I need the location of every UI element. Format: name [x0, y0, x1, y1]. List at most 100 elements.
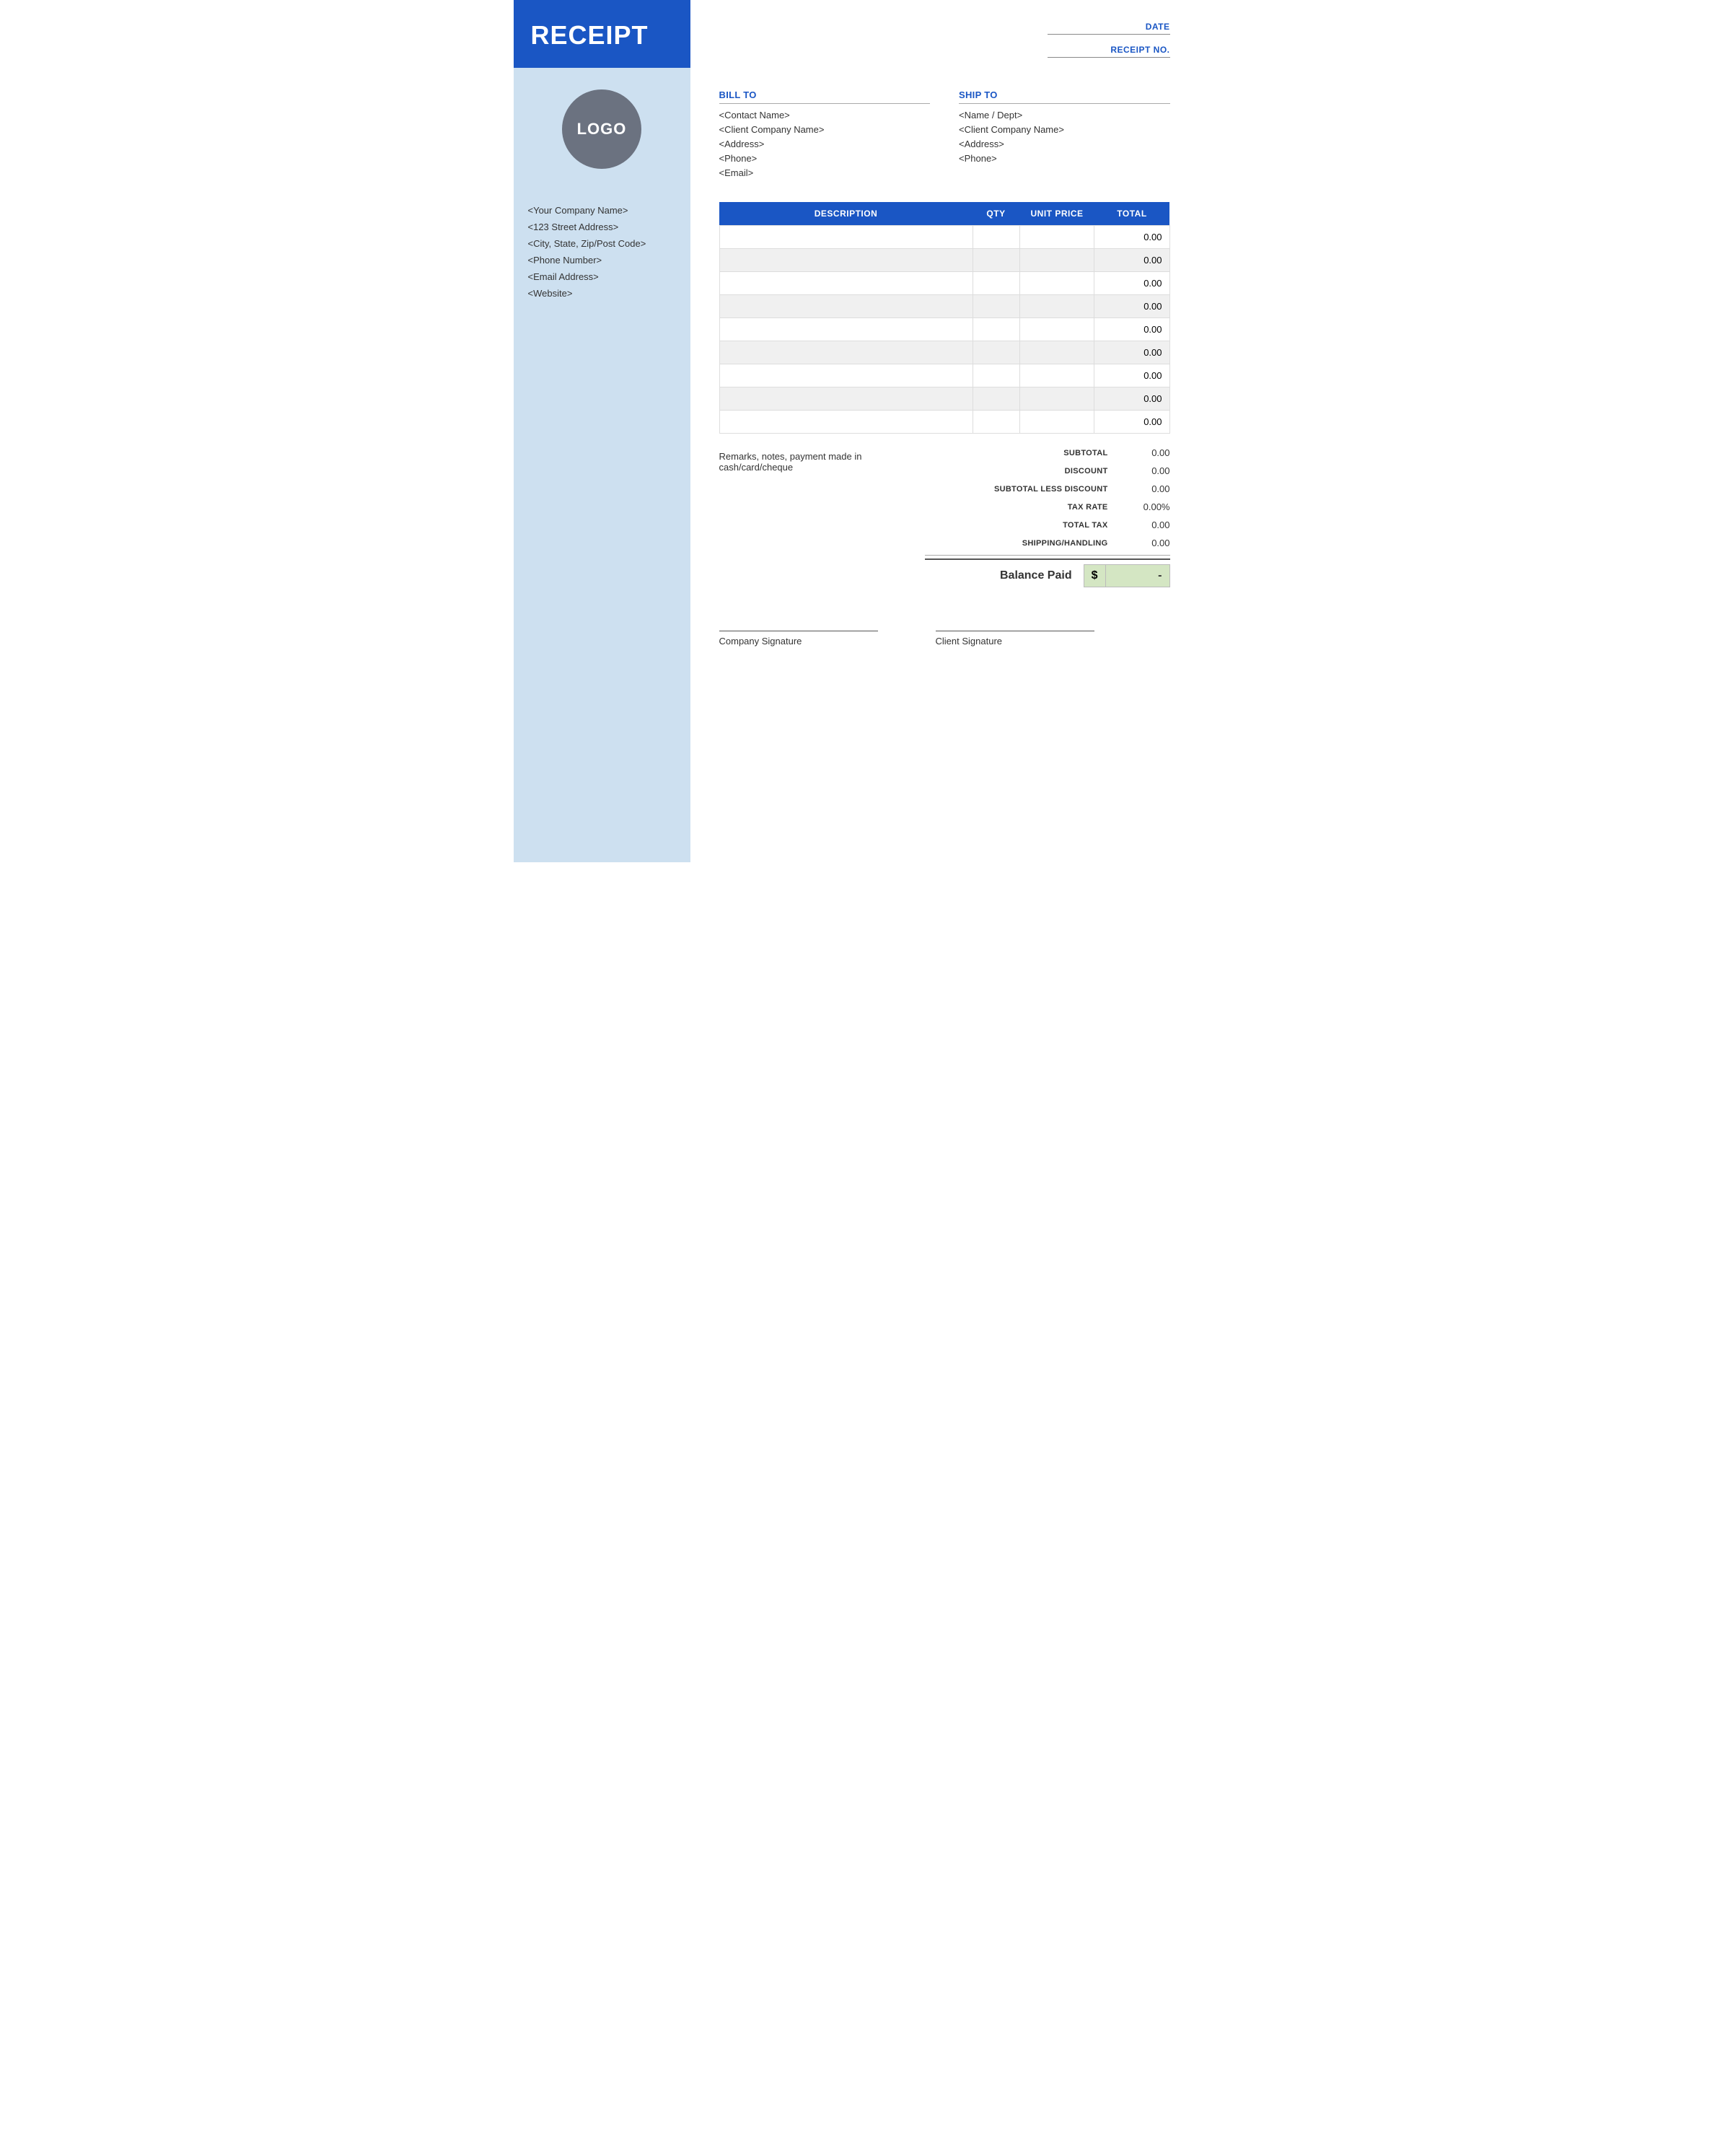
tax-rate-row: TAX RATE 0.00% — [925, 498, 1170, 516]
table-row: 0.00 — [719, 341, 1169, 364]
subtotal-less-label: SUBTOTAL LESS DISCOUNT — [925, 485, 1120, 494]
header-fields: DATE RECEIPT NO. — [719, 22, 1170, 68]
desc-cell — [719, 341, 973, 364]
unit-price-cell — [1019, 318, 1094, 341]
unit-price-cell — [1019, 341, 1094, 364]
bill-to-block: BILL TO <Contact Name> <Client Company N… — [719, 89, 931, 182]
total-tax-row: TOTAL TAX 0.00 — [925, 516, 1170, 534]
receipt-page: RECEIPT LOGO <Your Company Name> <123 St… — [514, 0, 1199, 862]
receipt-title: RECEIPT — [531, 20, 673, 51]
unit-price-cell — [1019, 387, 1094, 411]
address-section: BILL TO <Contact Name> <Client Company N… — [719, 89, 1170, 182]
qty-cell — [973, 411, 1019, 434]
total-cell: 0.00 — [1094, 249, 1169, 272]
qty-cell — [973, 341, 1019, 364]
date-label: DATE — [1048, 22, 1170, 35]
company-phone: <Phone Number> — [528, 255, 676, 266]
unit-price-cell — [1019, 295, 1094, 318]
ship-to-company: <Client Company Name> — [959, 124, 1170, 135]
desc-cell — [719, 364, 973, 387]
discount-row: DISCOUNT 0.00 — [925, 462, 1170, 480]
balance-row: Balance Paid $ - — [925, 558, 1170, 587]
totals-table: SUBTOTAL 0.00 DISCOUNT 0.00 SUBTOTAL LES… — [925, 444, 1170, 587]
table-row: 0.00 — [719, 226, 1169, 249]
bill-to-company: <Client Company Name> — [719, 124, 931, 135]
remarks-text: Remarks, notes, payment made in cash/car… — [719, 451, 910, 473]
tax-rate-label: TAX RATE — [925, 503, 1120, 512]
ship-to-address: <Address> — [959, 139, 1170, 149]
col-qty: QTY — [973, 202, 1019, 226]
shipping-row: SHIPPING/HANDLING 0.00 — [925, 534, 1170, 552]
discount-label: DISCOUNT — [925, 467, 1120, 476]
subtotal-value: 0.00 — [1120, 447, 1170, 458]
date-field: DATE — [1040, 22, 1170, 35]
unit-price-cell — [1019, 411, 1094, 434]
company-info: <Your Company Name> <123 Street Address>… — [514, 183, 690, 313]
unit-price-cell — [1019, 226, 1094, 249]
table-header-row: DESCRIPTION QTY UNIT PRICE TOTAL — [719, 202, 1169, 226]
col-description: DESCRIPTION — [719, 202, 973, 226]
desc-cell — [719, 387, 973, 411]
subtotal-row: SUBTOTAL 0.00 — [925, 444, 1170, 462]
bill-to-email: <Email> — [719, 167, 931, 178]
table-row: 0.00 — [719, 295, 1169, 318]
main-content: DATE RECEIPT NO. BILL TO <Contact Name> … — [690, 0, 1199, 862]
shipping-value: 0.00 — [1120, 538, 1170, 548]
qty-cell — [973, 364, 1019, 387]
desc-cell — [719, 411, 973, 434]
total-cell: 0.00 — [1094, 295, 1169, 318]
unit-price-cell — [1019, 364, 1094, 387]
subtotal-less-value: 0.00 — [1120, 483, 1170, 494]
company-signature-block: Company Signature — [719, 631, 878, 647]
balance-dollar: $ — [1084, 564, 1105, 587]
ship-to-phone: <Phone> — [959, 153, 1170, 164]
bill-to-phone: <Phone> — [719, 153, 931, 164]
balance-label: Balance Paid — [1000, 569, 1084, 582]
unit-price-cell — [1019, 272, 1094, 295]
company-signature-label: Company Signature — [719, 636, 878, 647]
qty-cell — [973, 295, 1019, 318]
company-city-state: <City, State, Zip/Post Code> — [528, 238, 676, 249]
total-tax-label: TOTAL TAX — [925, 521, 1120, 530]
tax-rate-value: 0.00% — [1120, 501, 1170, 512]
logo: LOGO — [562, 89, 641, 169]
receipt-no-field: RECEIPT NO. — [1040, 45, 1170, 58]
ship-to-block: SHIP TO <Name / Dept> <Client Company Na… — [959, 89, 1170, 182]
unit-price-cell — [1019, 249, 1094, 272]
col-unit-price: UNIT PRICE — [1019, 202, 1094, 226]
qty-cell — [973, 272, 1019, 295]
col-total: TOTAL — [1094, 202, 1169, 226]
qty-cell — [973, 318, 1019, 341]
total-cell: 0.00 — [1094, 318, 1169, 341]
bill-to-label: BILL TO — [719, 89, 931, 104]
totals-section: Remarks, notes, payment made in cash/car… — [719, 444, 1170, 587]
table-row: 0.00 — [719, 272, 1169, 295]
table-row: 0.00 — [719, 411, 1169, 434]
ship-to-name: <Name / Dept> — [959, 110, 1170, 120]
qty-cell — [973, 387, 1019, 411]
company-website: <Website> — [528, 288, 676, 299]
logo-area: LOGO — [514, 68, 690, 183]
sidebar: RECEIPT LOGO <Your Company Name> <123 St… — [514, 0, 690, 862]
balance-value: - — [1105, 564, 1170, 587]
total-cell: 0.00 — [1094, 341, 1169, 364]
signature-section: Company Signature Client Signature — [719, 623, 1170, 647]
total-cell: 0.00 — [1094, 272, 1169, 295]
items-table: DESCRIPTION QTY UNIT PRICE TOTAL 0.00 0.… — [719, 202, 1170, 434]
desc-cell — [719, 249, 973, 272]
table-row: 0.00 — [719, 318, 1169, 341]
desc-cell — [719, 318, 973, 341]
desc-cell — [719, 226, 973, 249]
table-row: 0.00 — [719, 364, 1169, 387]
table-row: 0.00 — [719, 249, 1169, 272]
desc-cell — [719, 272, 973, 295]
client-signature-label: Client Signature — [936, 636, 1094, 647]
total-cell: 0.00 — [1094, 364, 1169, 387]
company-address: <123 Street Address> — [528, 222, 676, 232]
ship-to-label: SHIP TO — [959, 89, 1170, 104]
desc-cell — [719, 295, 973, 318]
totals-divider — [925, 555, 1170, 556]
qty-cell — [973, 249, 1019, 272]
bill-to-contact: <Contact Name> — [719, 110, 931, 120]
company-email: <Email Address> — [528, 271, 676, 282]
